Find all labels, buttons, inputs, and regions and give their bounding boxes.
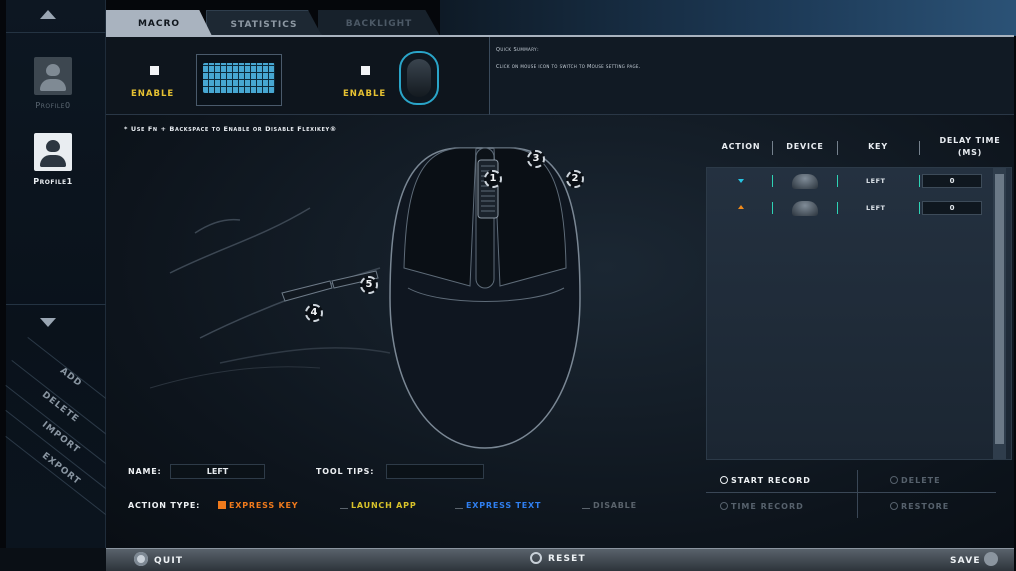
profile-label: Profile0 xyxy=(35,101,71,110)
checkbox-icon xyxy=(340,501,348,509)
save-icon xyxy=(983,552,998,566)
title-bar xyxy=(440,0,1016,36)
save-button[interactable]: SAVE xyxy=(950,552,998,566)
quick-summary: Quick Summary: Click on mouse icon to sw… xyxy=(489,37,1014,115)
tab-backlight[interactable]: BACKLIGHT xyxy=(318,10,440,36)
quit-label: QUIT xyxy=(154,556,184,566)
divider xyxy=(857,470,858,518)
restore-label: RESTORE xyxy=(901,502,950,511)
restore-button[interactable]: RESTORE xyxy=(890,502,949,511)
sidebar-footer xyxy=(0,548,106,571)
option-label: EXPRESS TEXT xyxy=(466,501,542,510)
key-down-icon xyxy=(738,179,744,183)
row-key: LEFT xyxy=(866,204,886,212)
clock-icon xyxy=(720,502,728,510)
button-number-label: 5 xyxy=(365,279,373,290)
flexikey-hint: * Use Fn + Backspace to Enable or Disabl… xyxy=(124,125,337,133)
time-record-label: TIME RECORD xyxy=(731,502,804,511)
action-type-label: ACTION TYPE: xyxy=(128,501,201,510)
mouse-button-4[interactable]: 4 xyxy=(305,304,323,322)
mouse-button-2[interactable]: 2 xyxy=(566,170,584,188)
mouse-enable-label: ENABLE xyxy=(343,89,387,99)
mouse-button-5[interactable]: 5 xyxy=(360,276,378,294)
column-key: KEY xyxy=(868,142,888,151)
name-field[interactable]: LEFT xyxy=(170,464,265,479)
keyboard-device-icon[interactable] xyxy=(196,54,282,106)
mouse-button-1[interactable]: 1 xyxy=(484,170,502,188)
column-delay: DELAY TIME (MS) xyxy=(939,136,1001,157)
reset-button[interactable]: RESET xyxy=(530,552,586,564)
checkbox-icon xyxy=(582,501,590,509)
avatar-icon xyxy=(34,133,72,171)
profile-scroll-down-icon[interactable] xyxy=(40,318,56,327)
delete-button[interactable]: DELETE xyxy=(890,476,941,485)
profile-sidebar: Profile0 Profile1 ADD DELETE IMPORT EXPO… xyxy=(5,0,131,548)
record-icon xyxy=(720,476,728,484)
divider xyxy=(6,32,106,33)
option-label: DISABLE xyxy=(593,501,637,510)
divider xyxy=(5,410,109,491)
option-label: EXPRESS KEY xyxy=(229,501,299,510)
reset-label: RESET xyxy=(548,554,586,564)
profile-1[interactable]: Profile1 xyxy=(28,133,78,186)
divider xyxy=(5,436,109,517)
keyboard-enable-checkbox[interactable] xyxy=(150,66,159,75)
start-record-label: START RECORD xyxy=(731,476,811,485)
checkbox-icon xyxy=(455,501,463,509)
delete-label: DELETE xyxy=(901,476,941,485)
summary-text: Click on mouse icon to switch to Mouse s… xyxy=(496,64,641,70)
table-scrollbar[interactable] xyxy=(993,168,1006,459)
mouse-illustration xyxy=(149,147,581,449)
divider xyxy=(6,304,106,305)
save-label: SAVE xyxy=(950,556,981,566)
tab-macro[interactable]: MACRO xyxy=(106,10,212,36)
delay-input[interactable]: 0 xyxy=(922,174,982,188)
keyboard-enable-label: ENABLE xyxy=(131,89,175,99)
divider xyxy=(706,492,996,493)
delay-input[interactable]: 0 xyxy=(922,201,982,215)
reset-icon xyxy=(530,552,542,564)
delete-icon xyxy=(890,476,898,484)
restore-icon xyxy=(890,502,898,510)
avatar-icon xyxy=(34,57,72,95)
mouse-enable-checkbox[interactable] xyxy=(361,66,370,75)
mouse-device-icon xyxy=(792,201,818,216)
table-row[interactable]: LEFT 0 xyxy=(706,171,992,192)
button-number-label: 3 xyxy=(532,153,540,164)
launch-app-option[interactable]: LAUNCH APP xyxy=(340,501,417,510)
column-action: ACTION xyxy=(721,142,761,151)
row-key: LEFT xyxy=(866,177,886,185)
quit-button[interactable]: QUIT xyxy=(134,552,183,566)
tooltips-field[interactable] xyxy=(386,464,484,479)
selected-checkbox-icon xyxy=(218,501,226,509)
disable-option[interactable]: DISABLE xyxy=(582,501,637,510)
express-key-option[interactable]: EXPRESS KEY xyxy=(218,501,298,510)
time-record-button[interactable]: TIME RECORD xyxy=(720,502,804,511)
start-record-button[interactable]: START RECORD xyxy=(720,476,811,485)
name-label: NAME: xyxy=(128,467,162,476)
tooltips-label: TOOL TIPS: xyxy=(316,467,375,476)
table-row[interactable]: LEFT 0 xyxy=(706,198,992,219)
mouse-button-3[interactable]: 3 xyxy=(527,150,545,168)
express-text-option[interactable]: EXPRESS TEXT xyxy=(455,501,541,510)
button-number-label: 4 xyxy=(310,307,318,318)
button-number-label: 2 xyxy=(571,173,579,184)
quit-icon xyxy=(134,552,148,566)
option-label: LAUNCH APP xyxy=(351,501,417,510)
key-up-icon xyxy=(738,205,744,209)
profile-0[interactable]: Profile0 xyxy=(28,57,78,110)
tab-statistics[interactable]: STATISTICS xyxy=(206,10,322,36)
profile-scroll-up-icon[interactable] xyxy=(40,10,56,19)
summary-title: Quick Summary: xyxy=(496,47,540,53)
profile-label: Profile1 xyxy=(33,177,73,186)
column-device: DEVICE xyxy=(786,142,824,151)
button-number-label: 1 xyxy=(489,173,497,184)
mouse-device-icon xyxy=(792,174,818,189)
mouse-device-icon[interactable] xyxy=(399,51,439,105)
